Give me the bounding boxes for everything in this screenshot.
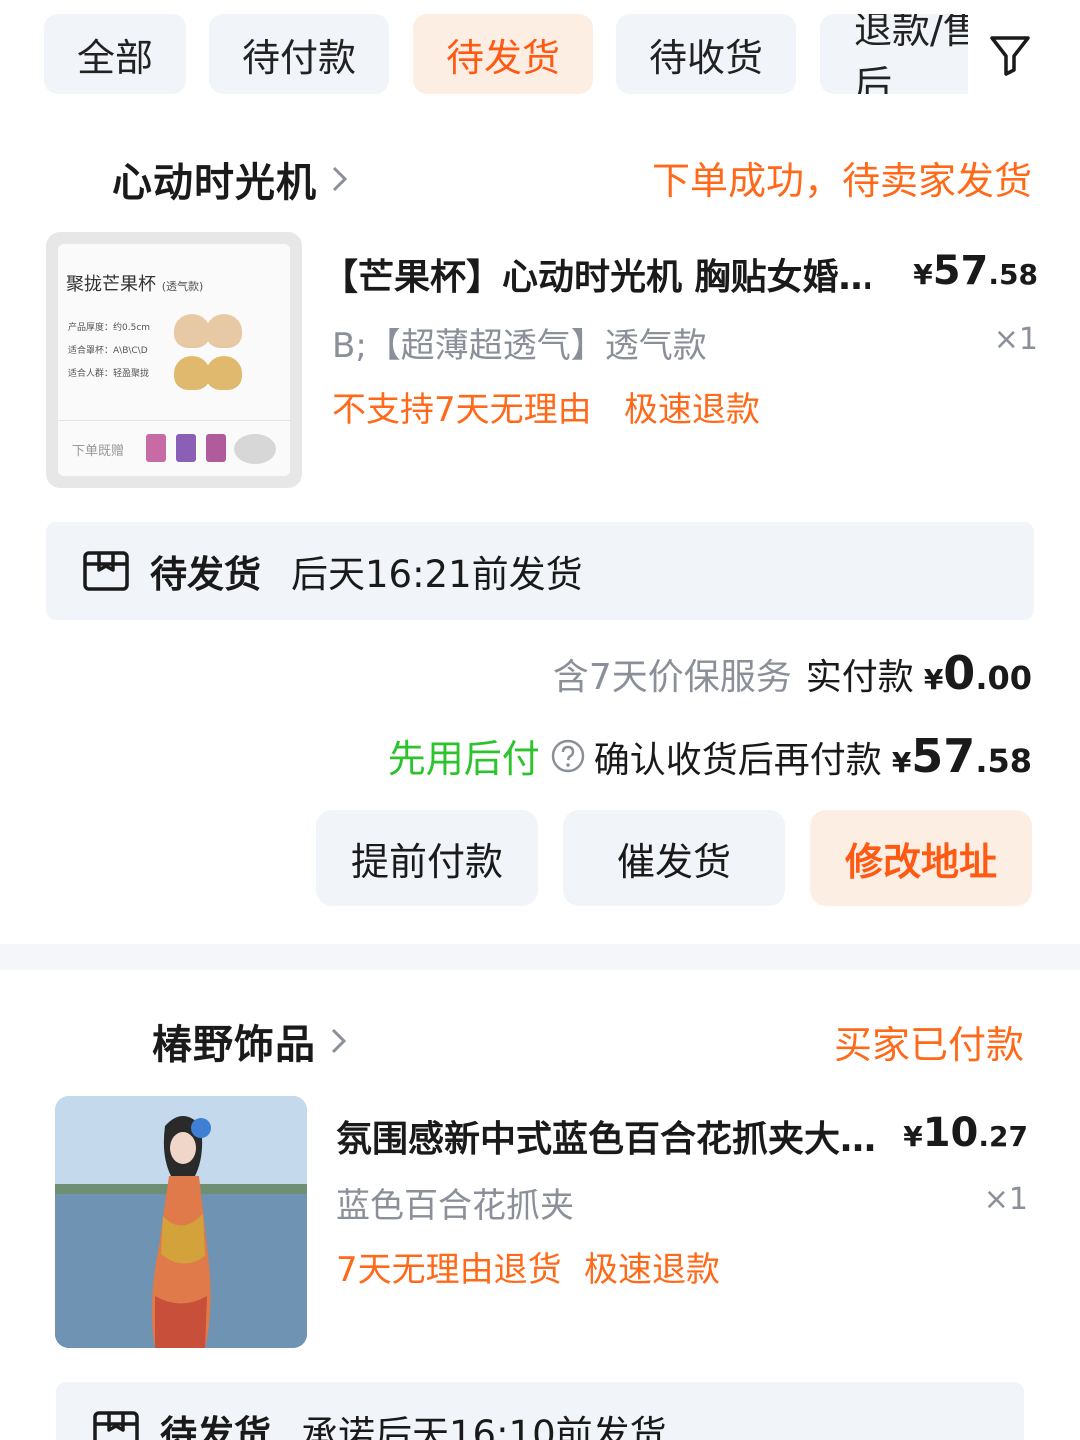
thumb-spec: 适合罩杯：A\B\C\D [68,346,148,356]
thumb-spec: 适合人群：轻盈聚拢 [68,369,150,379]
bnpl-summary: 先用后付 确认收货后再付款 ¥57.58 [388,728,1032,783]
confirm-then-pay-label: 确认收货后再付款 [593,740,882,781]
thumb-gift-label: 下单既赠 [72,444,125,459]
service-tag: 7天无理由退货 [336,1250,562,1290]
shipping-deadline: 后天16:21前发货 [291,553,583,596]
card-separator [0,944,1080,970]
product-sku: 蓝色百合花抓夹 [336,1186,574,1226]
thumb-spec: 产品厚度：约0.5cm [68,323,151,333]
service-tag: 极速退款 [624,390,760,430]
package-box-icon [93,1411,139,1440]
price-protection[interactable]: 含7天价保服务 [553,648,792,700]
shop-name[interactable]: 椿野饰品 [152,1012,316,1070]
product-photo [55,1096,307,1348]
service-tag: 极速退款 [584,1250,720,1290]
product-price: ¥10.27 [903,1110,1028,1156]
product-thumbnail[interactable] [55,1096,307,1348]
tab-pending-shipment[interactable]: 待发货 [413,14,593,94]
product-cup-shape [206,356,242,390]
pay-early-button[interactable]: 提前付款 [316,810,538,906]
tab-all[interactable]: 全部 [44,14,186,94]
package-box-icon [83,551,129,591]
later-pay-amount: ¥57.58 [891,729,1032,783]
gift-box [146,434,166,462]
shipping-info[interactable]: 待发货 承诺后天16:10前发货 [56,1382,1024,1440]
paid-label: 实付款 [805,657,914,698]
order-status: 买家已付款 [833,1023,1024,1067]
gift-box [176,434,196,462]
chevron-right-icon [331,1028,347,1054]
bnpl-label: 先用后付 [387,737,540,781]
product-sku: B;【超薄超透气】透气款 [332,326,707,366]
order-card[interactable]: 椿野饰品 买家已付款 氛围感新中式蓝色百合花抓夹大… ¥10.27 蓝色百合花抓… [0,970,1080,1440]
paid-amount: ¥0.00 [923,646,1032,700]
product-image: 聚拢芒果杯 (透气款) 产品厚度：约0.5cm 适合罩杯：A\B\C\D 适合人… [58,244,290,476]
product-price: ¥57.58 [913,248,1038,294]
product-title[interactable]: 氛围感新中式蓝色百合花抓夹大… [336,1110,884,1162]
urge-shipment-button[interactable]: 催发货 [563,810,785,906]
order-status: 下单成功，待卖家发货 [651,159,1032,203]
order-card[interactable]: 心动时光机 下单成功，待卖家发货 聚拢芒果杯 (透气款) 产品厚度：约0.5cm… [0,110,1080,940]
product-title[interactable]: 【芒果杯】心动时光机 胸贴女婚… [322,248,870,300]
shop-link[interactable]: 椿野饰品 [152,1012,350,1070]
shop-name[interactable]: 心动时光机 [112,150,317,208]
help-circle-icon[interactable] [550,738,586,774]
order-list-page: 全部 待付款 待发货 待收货 退款/售后 心动时光机 下单成功，待卖家发货 聚拢… [0,0,1080,1440]
thumb-divider [58,420,290,421]
shipping-status: 待发货 [160,1413,271,1440]
gift-case [234,434,276,464]
product-quantity: ×1 [983,1182,1028,1217]
thumb-title: 聚拢芒果杯 (透气款) [66,274,204,295]
order-tabs: 全部 待付款 待发货 待收货 退款/售后 [0,0,1080,110]
shipping-status: 待发货 [150,553,261,596]
filter-icon[interactable] [986,30,1034,78]
gift-box [206,434,226,462]
service-tag: 不支持7天无理由 [332,390,592,430]
tab-pending-payment[interactable]: 待付款 [209,14,389,94]
shipping-deadline: 承诺后天16:10前发货 [301,1413,667,1440]
product-cup-shape [174,314,210,348]
product-thumbnail[interactable]: 聚拢芒果杯 (透气款) 产品厚度：约0.5cm 适合罩杯：A\B\C\D 适合人… [46,232,302,488]
product-quantity: ×1 [993,322,1038,357]
tab-pending-receipt[interactable]: 待收货 [616,14,796,94]
product-cup-shape [206,314,242,348]
shop-link[interactable]: 心动时光机 [112,150,351,208]
product-cup-shape [174,356,210,390]
shipping-info[interactable]: 待发货 后天16:21前发货 [46,522,1034,620]
change-address-button[interactable]: 修改地址 [810,810,1032,906]
chevron-right-icon [332,166,348,192]
payment-summary: 含7天价保服务 实付款 ¥0.00 [553,646,1032,700]
